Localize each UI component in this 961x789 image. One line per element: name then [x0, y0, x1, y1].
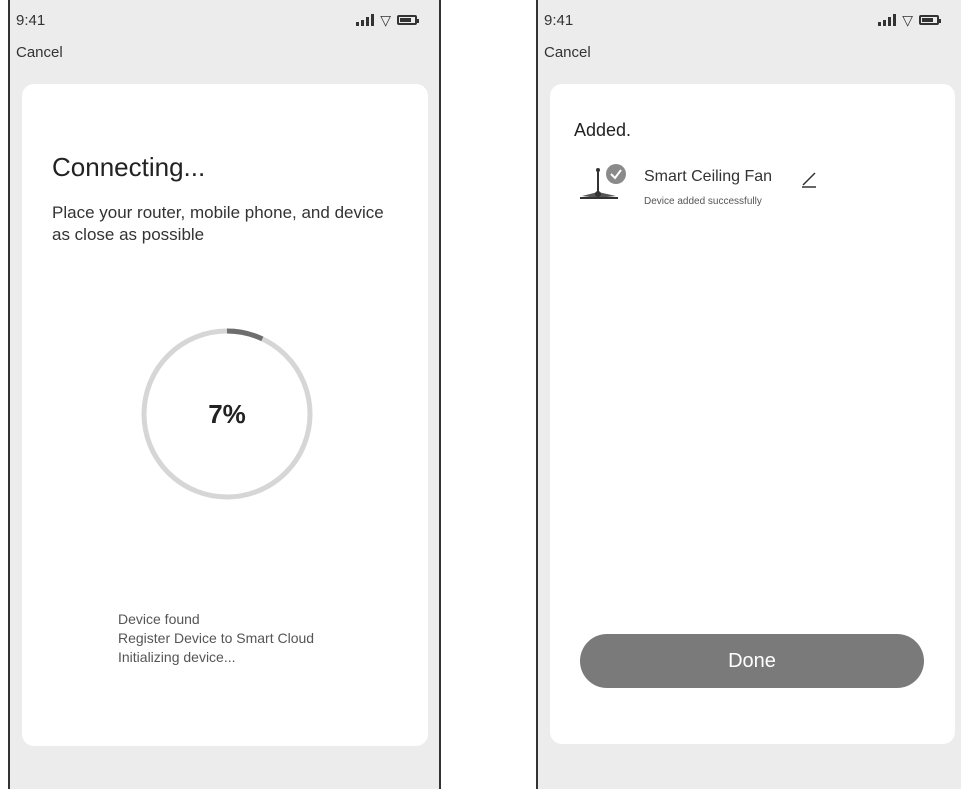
- added-card: Added. Smart Ceiling Fan Device added su…: [550, 84, 955, 744]
- step-item: Register Device to Smart Cloud: [118, 630, 315, 646]
- done-button[interactable]: Done: [580, 634, 924, 688]
- wifi-icon: ▽: [902, 12, 913, 28]
- progress-percent: 7%: [208, 398, 246, 429]
- device-name: Smart Ceiling Fan: [644, 168, 773, 185]
- page-title: Connecting...: [52, 152, 206, 182]
- step-item: Initializing device...: [118, 649, 236, 665]
- status-time: 9:41: [544, 12, 574, 29]
- connect-instructions: Place your router, mobile phone, and dev…: [52, 203, 384, 244]
- status-icons: ▽: [356, 12, 419, 28]
- status-time: 9:41: [16, 12, 46, 29]
- status-icons: ▽: [878, 12, 941, 28]
- status-bar: 9:41 ▽: [16, 12, 419, 34]
- connecting-screen: 9:41 ▽ Cancel Connecting... Place your r…: [8, 0, 441, 789]
- check-icon: [606, 164, 626, 184]
- connection-steps: Device found Register Device to Smart Cl…: [118, 610, 314, 667]
- added-screen: 9:41 ▽ Cancel Added. Smart Ceiling Fan D…: [536, 0, 961, 789]
- cancel-button[interactable]: Cancel: [16, 44, 63, 61]
- ceiling-fan-icon: [580, 164, 626, 199]
- signal-icon: [878, 14, 897, 26]
- battery-icon: [919, 15, 941, 25]
- connecting-card: Connecting... Place your router, mobile …: [22, 84, 428, 746]
- signal-icon: [356, 14, 375, 26]
- cancel-button[interactable]: Cancel: [544, 44, 591, 61]
- pencil-icon[interactable]: [800, 170, 818, 188]
- step-item: Device found: [118, 611, 200, 627]
- device-status: Device added successfully: [644, 196, 762, 207]
- wifi-icon: ▽: [380, 12, 391, 28]
- battery-icon: [397, 15, 419, 25]
- page-title: Added.: [574, 120, 632, 140]
- status-bar: 9:41 ▽: [544, 12, 941, 34]
- device-row[interactable]: Smart Ceiling Fan Device added successfu…: [578, 162, 838, 222]
